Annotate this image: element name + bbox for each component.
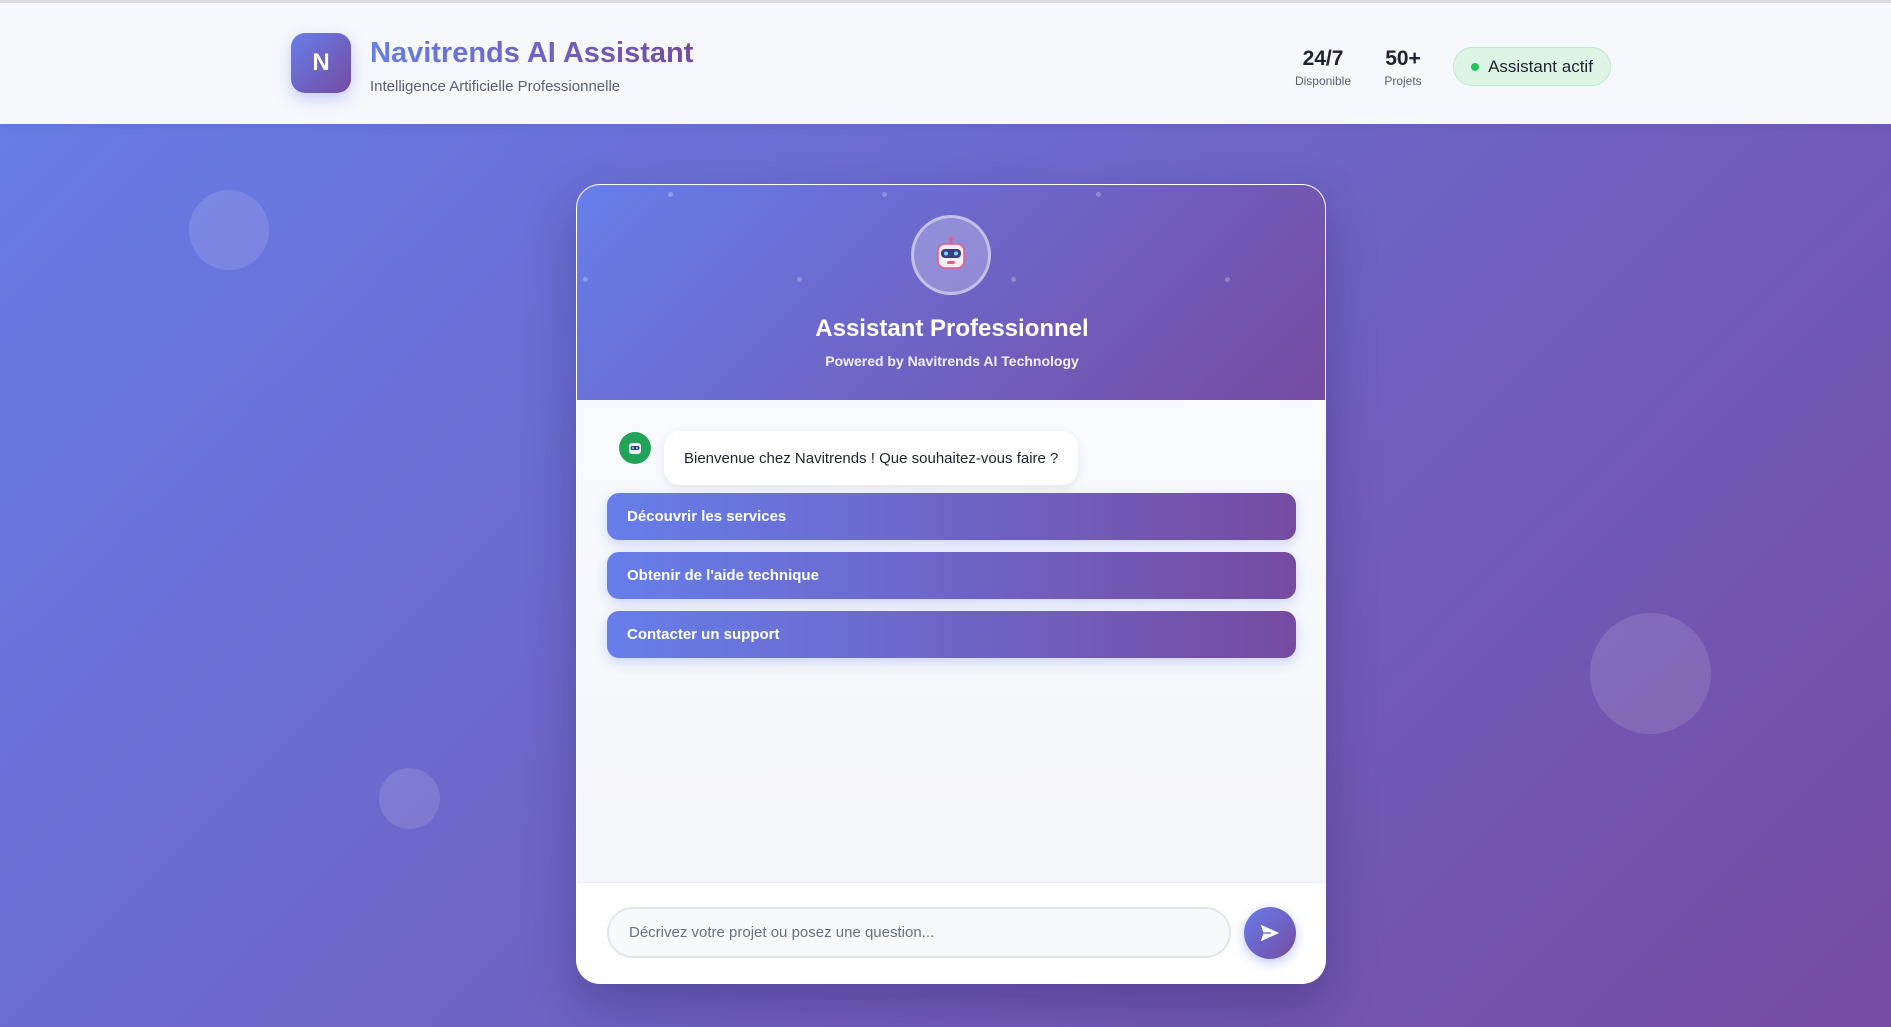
decorative-dot	[797, 277, 802, 282]
decorative-bubble	[379, 768, 440, 829]
status-text: Assistant actif	[1488, 56, 1593, 76]
chat-message-input[interactable]	[607, 907, 1231, 958]
decorative-dot	[882, 192, 887, 197]
bot-message: Bienvenue chez Navitrends ! Que souhaite…	[664, 431, 1079, 485]
stat-availability: 24/7 Disponible	[1290, 47, 1356, 88]
option-technical-help-button[interactable]: Obtenir de l'aide technique	[607, 552, 1296, 599]
logo[interactable]: N	[291, 33, 351, 93]
decorative-dot	[1225, 277, 1230, 282]
robot-icon	[937, 237, 965, 269]
option-contact-support-button[interactable]: Contacter un support	[607, 611, 1296, 658]
decorative-bubble	[189, 190, 269, 270]
chat-header: Assistant Professionnel Powered by Navit…	[577, 185, 1325, 400]
decorative-dot	[1096, 192, 1101, 197]
decorative-bubble	[1590, 613, 1711, 734]
chat-title: Assistant Professionnel	[815, 315, 1089, 342]
app-title: Navitrends AI Assistant	[370, 37, 694, 69]
status-badge: Assistant actif	[1453, 47, 1611, 86]
app-subtitle: Intelligence Artificielle Professionnell…	[370, 78, 621, 95]
status-dot-icon	[1471, 62, 1480, 71]
logo-letter: N	[312, 49, 330, 76]
decorative-dot	[1011, 277, 1016, 282]
stat-label: Projets	[1384, 74, 1422, 88]
stat-value: 24/7	[1302, 47, 1344, 70]
decorative-dot	[583, 277, 588, 282]
stat-projects: 50+ Projets	[1378, 47, 1428, 88]
option-discover-services-button[interactable]: Découvrir les services	[607, 493, 1296, 540]
bot-message-avatar	[619, 432, 651, 464]
robot-icon	[629, 443, 641, 454]
chat-subtitle: Powered by Navitrends AI Technology	[825, 353, 1079, 369]
decorative-dot	[668, 192, 673, 197]
top-header: N Navitrends AI Assistant Intelligence A…	[0, 0, 1891, 124]
stat-value: 50+	[1385, 47, 1421, 70]
assistant-avatar	[911, 215, 991, 295]
send-button[interactable]	[1244, 907, 1296, 959]
chat-input-bar	[577, 882, 1325, 983]
chat-panel: Assistant Professionnel Powered by Navit…	[576, 184, 1326, 984]
stat-label: Disponible	[1294, 74, 1352, 88]
send-icon	[1260, 924, 1280, 942]
